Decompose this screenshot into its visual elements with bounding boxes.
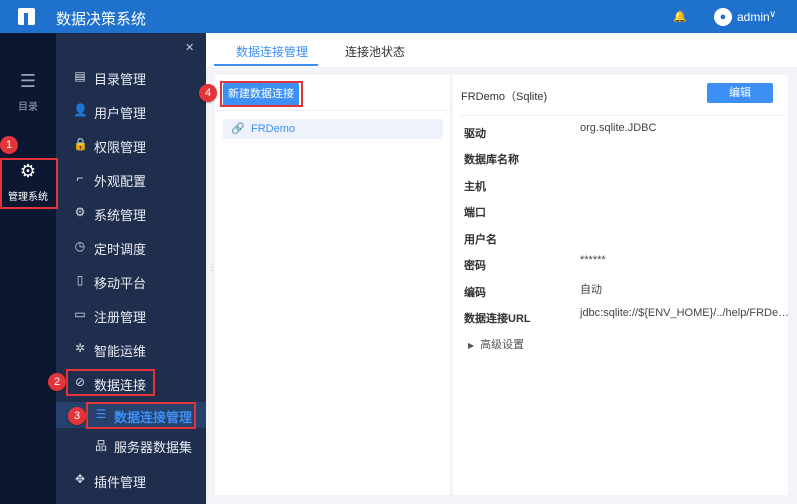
step-badge: 3	[68, 407, 86, 425]
advanced-label: 高级设置	[480, 339, 525, 351]
rail-label: 目录	[18, 102, 38, 113]
link-icon: 🔗	[231, 123, 245, 135]
avatar-icon[interactable]: ●	[714, 8, 732, 26]
field-label: 编码	[464, 287, 486, 299]
field-label: 用户名	[464, 234, 497, 246]
dataset-icon: 品	[94, 439, 107, 453]
mobile-icon: ▯	[76, 273, 84, 287]
tab-bar: 数据连接管理 连接池状态	[206, 33, 797, 67]
lock-icon: 🔒	[73, 137, 88, 151]
field-value: org.sqlite.JDBC	[580, 122, 657, 134]
detail-title: FRDemo（Sqlite)	[461, 91, 548, 103]
menu-label: 外观配置	[94, 174, 147, 189]
field-label: 驱动	[464, 128, 486, 140]
connection-detail-panel: FRDemo（Sqlite) 编辑 驱动 org.sqlite.JDBC 数据库名…	[453, 75, 790, 495]
advanced-settings-toggle[interactable]: ▶ 高级设置	[468, 336, 524, 352]
puzzle-icon: ✥	[74, 472, 86, 486]
menu-item-schedule[interactable]: ◷ 定时调度	[56, 234, 206, 260]
bell-icon[interactable]: 🔔	[673, 10, 687, 23]
chevron-down-icon[interactable]: ∨	[769, 9, 776, 20]
divider	[461, 115, 783, 116]
paint-roller-icon: ⌐	[76, 171, 84, 185]
edit-button[interactable]: 编辑	[707, 83, 773, 103]
ops-icon: ✲	[74, 341, 86, 355]
highlight-box	[220, 81, 303, 107]
menu-label: 智能运维	[94, 344, 147, 359]
menu-label: 权限管理	[94, 140, 147, 155]
menu-label: 系统管理	[94, 208, 147, 223]
logo-icon	[18, 8, 35, 25]
menu-label: 用户管理	[94, 106, 147, 121]
field-label: 主机	[464, 181, 486, 193]
tab-pool-status[interactable]: 连接池状态	[345, 43, 405, 60]
step-badge: 4	[199, 84, 217, 102]
menu-label: 注册管理	[94, 310, 147, 325]
user-icon: 👤	[73, 103, 88, 117]
field-label: 数据连接URL	[464, 313, 531, 325]
menu-label: 插件管理	[94, 475, 147, 490]
register-icon: ▭	[74, 307, 86, 321]
field-label: 密码	[464, 260, 486, 272]
stopwatch-icon: ◷	[74, 239, 86, 253]
left-rail: ☰ 目录 ⚙ 管理系统	[0, 33, 56, 504]
menu-label: 服务器数据集	[114, 440, 193, 455]
menu-item-plugins[interactable]: ✥ 插件管理	[56, 467, 206, 493]
menu-item-users[interactable]: 👤 用户管理	[56, 98, 206, 124]
active-tab-indicator	[214, 64, 318, 66]
menu-label: 移动平台	[94, 276, 147, 291]
divider	[215, 110, 450, 111]
list-icon: ☰	[19, 71, 37, 91]
field-label: 数据库名称	[464, 154, 519, 166]
field-value: 自动	[580, 284, 602, 296]
field-label: 端口	[464, 207, 486, 219]
menu-item-mobile[interactable]: ▯ 移动平台	[56, 268, 206, 294]
side-menu: ✕ ▤ 目录管理 👤 用户管理 🔒 权限管理 ⌐ 外观配置 ⚙ 系统管理 ◷ 定时调度 ▯ 移…	[56, 33, 206, 504]
menu-label: 定时调度	[94, 242, 147, 257]
menu-item-permissions[interactable]: 🔒 权限管理	[56, 132, 206, 158]
highlight-box	[0, 158, 58, 209]
tab-connection-management[interactable]: 数据连接管理	[236, 43, 308, 60]
catalog-icon: ▤	[74, 69, 86, 83]
caret-right-icon: ▶	[468, 341, 475, 350]
top-bar: 数据决策系统 🔔 ● admin ∨	[0, 0, 797, 33]
connection-name: FRDemo	[251, 123, 296, 135]
step-badge: 1	[0, 136, 18, 154]
app-title: 数据决策系统	[56, 11, 147, 28]
pin-icon[interactable]: ✕	[185, 41, 194, 54]
menu-item-server-dataset[interactable]: 品服务器数据集	[56, 432, 206, 458]
user-name[interactable]: admin	[737, 10, 770, 24]
menu-item-catalog[interactable]: ▤ 目录管理	[56, 64, 206, 90]
menu-item-system[interactable]: ⚙ 系统管理	[56, 200, 206, 226]
menu-label: 目录管理	[94, 72, 147, 87]
step-badge: 2	[48, 373, 66, 391]
field-value: ******	[580, 254, 606, 266]
highlight-box	[86, 402, 196, 429]
rail-item-catalog[interactable]: ☰ 目录	[0, 71, 56, 113]
field-value: jdbc:sqlite://${ENV_HOME}/../help/FRDe…	[580, 307, 790, 319]
highlight-box	[66, 369, 155, 396]
menu-item-ops[interactable]: ✲ 智能运维	[56, 336, 206, 362]
menu-item-appearance[interactable]: ⌐ 外观配置	[56, 166, 206, 192]
gear-icon: ⚙	[74, 205, 86, 219]
menu-item-register[interactable]: ▭ 注册管理	[56, 302, 206, 328]
connection-item[interactable]: 🔗 FRDemo	[223, 119, 443, 139]
connection-list-panel: 新建数据连接 🔗 FRDemo	[215, 75, 450, 495]
